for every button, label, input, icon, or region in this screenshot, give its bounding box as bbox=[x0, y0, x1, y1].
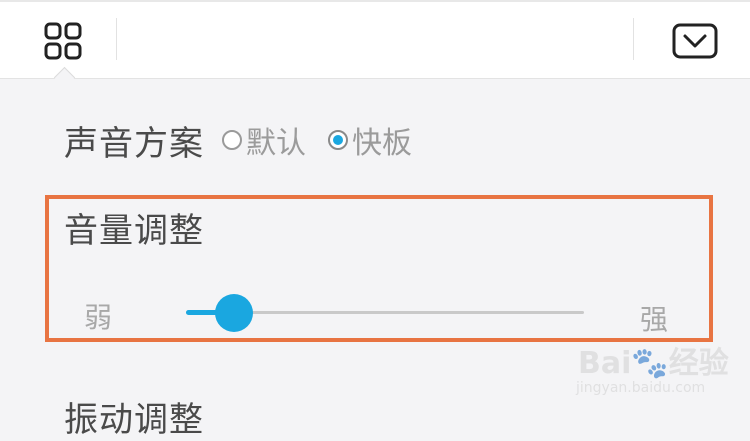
sound-scheme-title: 声音方案 bbox=[64, 123, 204, 164]
volume-min-label: 弱 bbox=[84, 301, 113, 334]
radio-option-allegro[interactable]: 快板 bbox=[328, 118, 412, 162]
radio-checked-icon bbox=[328, 130, 348, 150]
watermark-brand: Bai🐾经验 bbox=[578, 346, 729, 381]
toolbar-divider-right bbox=[633, 18, 634, 60]
radio-option-label: 快板 bbox=[352, 126, 412, 161]
toolbar-divider-left bbox=[116, 18, 117, 60]
radio-dot bbox=[333, 135, 343, 145]
slider-thumb[interactable] bbox=[214, 294, 253, 332]
apps-grid-icon bbox=[44, 22, 82, 60]
radio-unchecked-icon bbox=[222, 130, 242, 150]
radio-option-label: 默认 bbox=[246, 126, 306, 161]
envelope-icon bbox=[672, 23, 718, 59]
sound-scheme-row: 声音方案 默认 快板 bbox=[64, 112, 434, 168]
apps-grid-button[interactable] bbox=[38, 18, 88, 64]
volume-title: 音量调整 bbox=[64, 211, 204, 251]
radio-option-default[interactable]: 默认 bbox=[222, 118, 306, 162]
volume-slider[interactable] bbox=[186, 294, 584, 332]
watermark-url: jingyan.baidu.com bbox=[576, 380, 706, 396]
top-edge-line bbox=[0, 0, 750, 2]
vibration-title: 振动调整 bbox=[64, 400, 204, 440]
collapse-keyboard-button[interactable] bbox=[668, 18, 722, 64]
top-toolbar bbox=[0, 0, 750, 79]
baidu-jingyan-watermark: Bai🐾经验 jingyan.baidu.com bbox=[566, 330, 746, 410]
